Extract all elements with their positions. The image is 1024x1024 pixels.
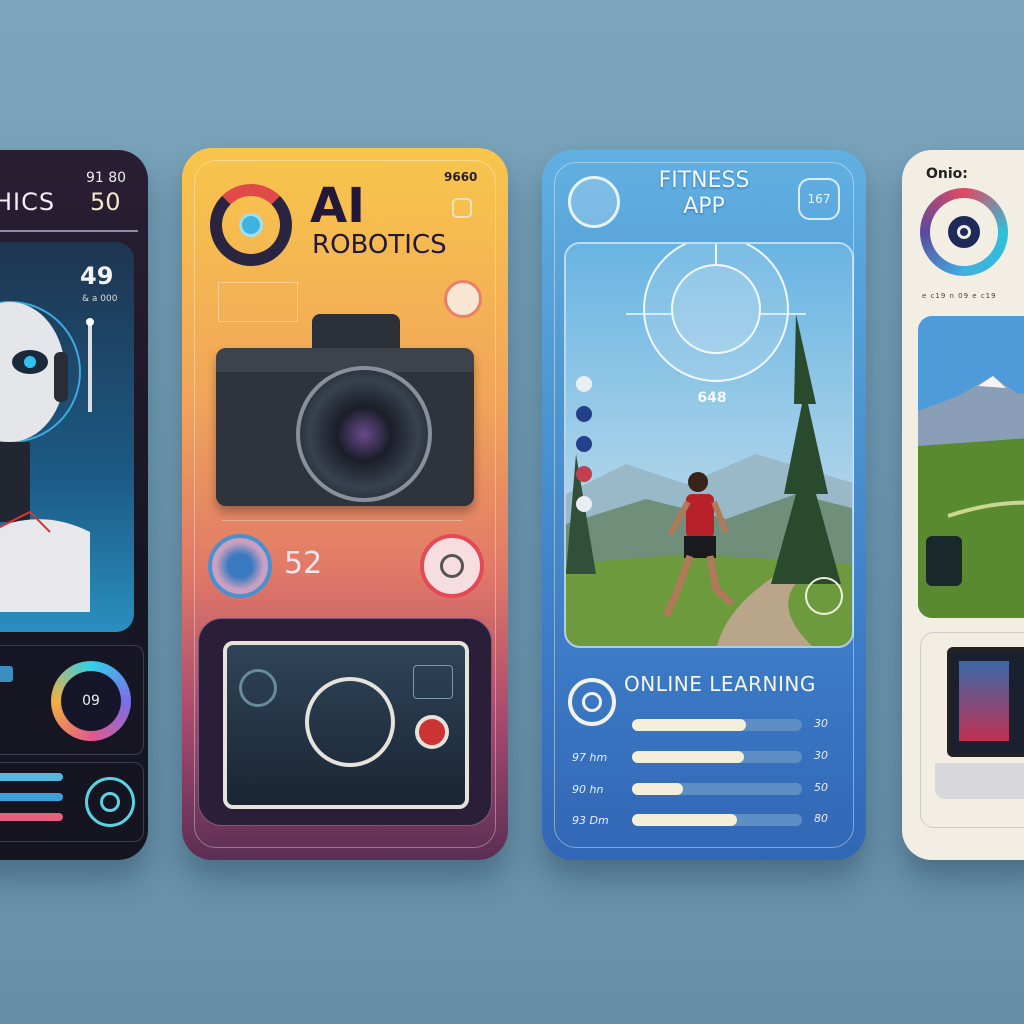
- target-button[interactable]: [85, 777, 135, 827]
- card-title: HICS: [0, 188, 56, 216]
- progress-fill: [632, 751, 745, 763]
- ai-robotics-card: AI ROBOTICS 9660 52: [182, 148, 508, 860]
- focus-ring-icon: [305, 677, 395, 767]
- settings-menu[interactable]: [413, 665, 453, 699]
- gauge-value: 09: [61, 671, 121, 731]
- progress-bar: [632, 751, 802, 763]
- counter-value: 52: [284, 546, 323, 581]
- gauge-ring: 09: [51, 661, 131, 741]
- camera-mode-button[interactable]: [208, 534, 272, 598]
- divider: [0, 230, 138, 232]
- robot-illustration: [0, 301, 94, 612]
- bar-1: [0, 773, 63, 781]
- learning-icon-button[interactable]: [568, 678, 616, 726]
- record-button[interactable]: [415, 715, 449, 749]
- robot-panel: 49 & a 000: [0, 242, 134, 632]
- mini-chip: [0, 666, 13, 682]
- runner-scene-illustration: [566, 244, 852, 646]
- top-readout: 91 80: [86, 170, 127, 186]
- center-readout: 648: [697, 390, 727, 406]
- progress-bar: [632, 783, 802, 795]
- viewfinder-screen: [223, 641, 469, 809]
- row-label: 93 Dm: [572, 814, 609, 827]
- mountain-landscape-illustration: [918, 316, 1024, 618]
- settings-button[interactable]: [444, 280, 482, 318]
- section-title: ONLINE LEARNING: [624, 672, 816, 696]
- progress-bar: [632, 814, 802, 826]
- progress-fill: [632, 719, 746, 731]
- progress-fill: [632, 783, 683, 795]
- camera-illustration: [216, 314, 474, 506]
- badge-icon[interactable]: [452, 198, 472, 218]
- bars-panel: [0, 762, 144, 842]
- laptop-panel: [920, 632, 1024, 828]
- focus-mode-button[interactable]: [239, 669, 277, 707]
- progress-bar: [632, 719, 802, 731]
- top-readout: 9660: [444, 170, 478, 184]
- row-value: 30: [814, 749, 828, 762]
- bar-2: [0, 793, 63, 801]
- logo-ring-icon: [210, 184, 292, 266]
- fitness-app-card: FITNESS APP 167 648 ONLINE LEARNING 97 h…: [542, 150, 866, 860]
- row-value: 50: [814, 781, 828, 794]
- row-label: 90 hn: [572, 783, 604, 796]
- row-label: 97 hm: [572, 751, 608, 764]
- bar-3: [0, 813, 63, 821]
- laptop-screen: [947, 647, 1024, 757]
- row-value: 30: [814, 717, 828, 730]
- ethics-app-card: 91 80 HICS 50 49 & a 000 09: [0, 150, 148, 860]
- viewfinder-frame: [198, 618, 492, 826]
- travel-app-card: Onio: e c19 n 09 e c19: [902, 150, 1024, 860]
- scenery-panel: 648: [564, 242, 854, 648]
- landscape-panel: [918, 316, 1024, 618]
- gauge-panel: 09: [0, 645, 144, 755]
- divider: [222, 520, 462, 521]
- shutter-button[interactable]: [420, 534, 484, 598]
- card-title: AI: [310, 178, 366, 234]
- card-subtitle: ROBOTICS: [312, 230, 447, 260]
- logo-ring-icon: [920, 188, 1008, 276]
- progress-fill: [632, 814, 738, 826]
- laptop-keyboard: [935, 763, 1024, 799]
- badge-button[interactable]: 167: [798, 178, 840, 220]
- main-value: 50: [90, 188, 121, 216]
- camera-lens-icon: [296, 366, 432, 502]
- card-title: Onio:: [926, 166, 968, 182]
- caption: e c19 n 09 e c19: [922, 292, 997, 300]
- mini-panel: [218, 282, 298, 322]
- row-value: 80: [814, 812, 828, 825]
